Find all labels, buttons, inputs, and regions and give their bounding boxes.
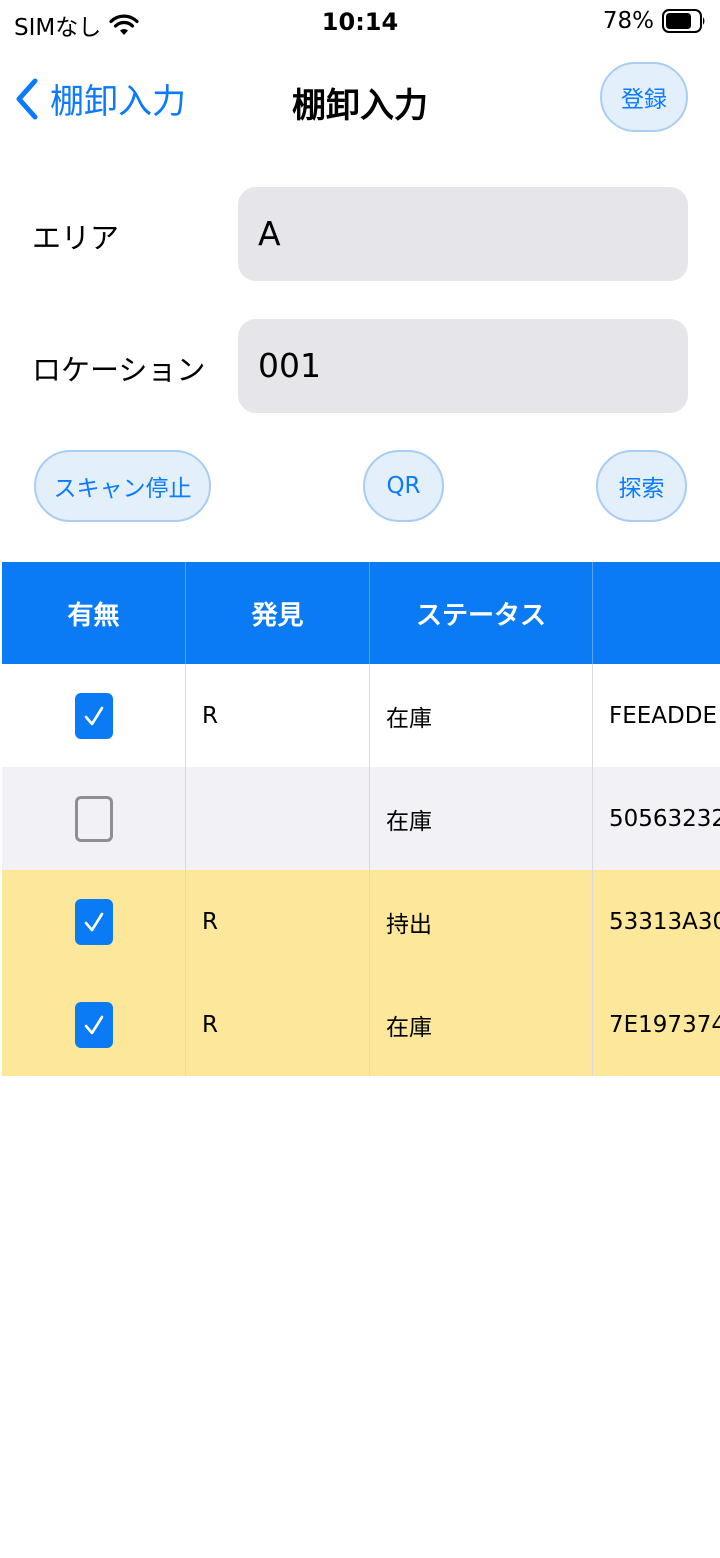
checkmark-icon [84, 912, 103, 931]
checkmark-icon [84, 706, 103, 725]
cell-id: 7E197374 [609, 1011, 720, 1038]
cell-status: 在庫 [370, 767, 593, 870]
column-header-status[interactable]: ステータス [370, 562, 593, 664]
presence-checkbox[interactable] [74, 692, 113, 739]
search-button[interactable]: 探索 [596, 450, 687, 522]
back-button[interactable]: 棚卸入力 [14, 74, 186, 123]
table-row[interactable]: R 在庫 FEEADDE [2, 664, 720, 767]
status-bar: SIMなし 10:14 78% [0, 0, 720, 50]
cell-status: 在庫 [370, 973, 593, 1076]
area-row: エリア A [0, 187, 720, 281]
table-row[interactable]: R 在庫 7E197374 [2, 973, 720, 1076]
chevron-left-icon [16, 78, 38, 119]
column-header-presence[interactable]: 有無 [2, 562, 186, 664]
cell-found: R [186, 973, 370, 1076]
table-row[interactable]: 在庫 50563232 [2, 767, 720, 870]
screen: SIMなし 10:14 78% 棚卸入力 棚卸入力 登録 エリア A ロケーショ… [0, 0, 720, 1558]
cell-presence [2, 973, 186, 1076]
table-row[interactable]: R 持出 53313A30 [2, 870, 720, 973]
scan-stop-button[interactable]: スキャン停止 [34, 450, 211, 522]
qr-button[interactable]: QR [363, 450, 444, 522]
navigation-bar: 棚卸入力 棚卸入力 登録 [0, 60, 720, 140]
location-row: ロケーション 001 [0, 319, 720, 413]
cell-found: R [186, 870, 370, 973]
cell-status: 在庫 [370, 664, 593, 767]
column-header-id[interactable] [593, 562, 720, 664]
area-field[interactable]: A [238, 187, 688, 281]
table-header: 有無 発見 ステータス [2, 562, 720, 664]
presence-checkbox[interactable] [74, 1001, 113, 1048]
cell-presence [2, 870, 186, 973]
battery-percent: 78% [602, 8, 654, 34]
cell-id: 50563232 [609, 805, 720, 832]
status-right: 78% [603, 8, 706, 34]
back-label: 棚卸入力 [50, 82, 186, 122]
presence-checkbox[interactable] [74, 898, 113, 945]
cell-presence [2, 664, 186, 767]
inventory-table: 有無 発見 ステータス R 在庫 FEEADDE 在庫 50563232 R 持出 53313… [2, 562, 720, 1076]
cell-found: R [186, 664, 370, 767]
cell-id: 53313A30 [609, 908, 720, 935]
table-body: R 在庫 FEEADDE 在庫 50563232 R 持出 53313A30 R 在庫 7E1973… [2, 664, 720, 1076]
location-label: ロケーション [32, 353, 206, 387]
cell-found [186, 767, 370, 870]
location-field[interactable]: 001 [238, 319, 688, 413]
register-button[interactable]: 登録 [600, 62, 688, 132]
column-header-found[interactable]: 発見 [186, 562, 370, 664]
area-label: エリア [32, 221, 120, 255]
cell-presence [2, 767, 186, 870]
checkmark-icon [84, 1015, 103, 1034]
cell-status: 持出 [370, 870, 593, 973]
cell-id: FEEADDE [609, 702, 717, 729]
battery-icon [662, 9, 705, 33]
presence-checkbox[interactable] [74, 795, 113, 842]
